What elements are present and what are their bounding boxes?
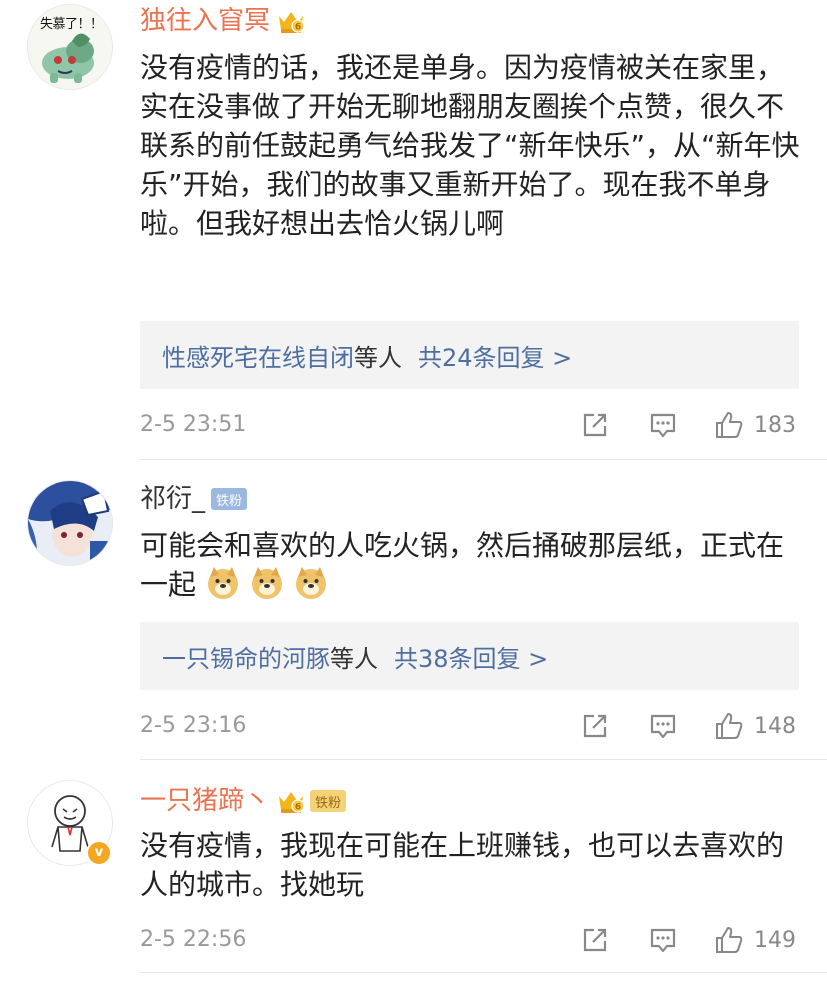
reply-user-names[interactable]: 性感死宅在线自闭 — [162, 338, 354, 373]
anime-avatar-image — [28, 481, 112, 565]
doge-emoji-icon — [295, 567, 326, 599]
timestamp: 2-5 23:51 — [140, 412, 247, 437]
doge-emoji-icon — [251, 567, 282, 599]
comment-icon — [650, 714, 676, 739]
avatar[interactable] — [27, 480, 113, 566]
thumbs-up-icon — [716, 927, 743, 953]
comment-text: 没有疫情的话，我还是单身。因为疫情被关在家里，实在没事做了开始无聊地翻朋友圈挨个… — [140, 51, 800, 240]
like-button[interactable]: 183 — [714, 408, 796, 442]
divider — [140, 972, 827, 973]
like-count: 149 — [754, 927, 796, 953]
comment-icon — [650, 928, 676, 953]
name-row: 祁衍_ 铁粉 — [140, 482, 248, 516]
comment-text: 没有疫情，我现在可能在上班赚钱，也可以去喜欢的人的城市。找她玩 — [140, 829, 785, 901]
comment-item: 失慕了！！ 独往入窅冥 6 没有疫情的话，我还是单身。因为疫情被关在家里，实在没… — [0, 0, 827, 460]
avatar-caption: 失慕了！！ — [40, 17, 103, 32]
verified-badge: v — [86, 840, 112, 866]
reply-suffix: 等人 — [354, 343, 402, 372]
comment-item: 祁衍_ 铁粉 可能会和喜欢的人吃火锅，然后捅破那层纸，正式在一起 一只锡命的河豚… — [0, 460, 827, 760]
vip-crown-icon: 6 — [279, 12, 305, 33]
meta-row: 2-5 23:16 148 — [140, 709, 800, 743]
name-row: 独往入窅冥 6 — [140, 4, 306, 38]
reply-suffix: 等人 — [330, 644, 378, 673]
comment-button[interactable] — [648, 709, 678, 743]
svg-text:6: 6 — [295, 803, 301, 813]
thumbs-up-icon — [716, 412, 743, 438]
doge-emoji-icon — [207, 567, 238, 599]
share-icon — [583, 928, 607, 952]
avatar[interactable]: 失慕了！！ — [27, 4, 113, 90]
comment-icon — [650, 413, 676, 438]
share-button[interactable] — [580, 408, 610, 442]
meta-row: 2-5 23:51 183 — [140, 408, 800, 442]
vip-crown-icon: 6 — [279, 792, 305, 813]
like-button[interactable]: 148 — [714, 709, 796, 743]
like-count: 148 — [754, 713, 796, 739]
meta-row: 2-5 22:56 149 — [140, 923, 800, 957]
share-icon — [583, 413, 607, 437]
like-button[interactable]: 149 — [714, 923, 796, 957]
username[interactable]: 一只猪蹄丶 — [140, 786, 270, 816]
replies-link[interactable]: 一只锡命的河豚 等人 共38条回复 > — [140, 622, 799, 690]
timestamp: 2-5 23:16 — [140, 713, 247, 738]
reply-user-names[interactable]: 一只锡命的河豚 — [162, 639, 330, 674]
fan-badge: 铁粉 — [211, 488, 248, 510]
share-icon — [583, 714, 607, 738]
fan-badge: 铁粉 — [310, 790, 347, 812]
comment-button[interactable] — [648, 408, 678, 442]
svg-text:6: 6 — [295, 23, 301, 33]
replies-link[interactable]: 性感死宅在线自闭 等人 共24条回复 > — [140, 321, 799, 389]
share-button[interactable] — [580, 709, 610, 743]
timestamp: 2-5 22:56 — [140, 927, 247, 952]
username[interactable]: 独往入窅冥 — [140, 6, 270, 36]
reply-count[interactable]: 共38条回复 > — [394, 639, 548, 674]
username[interactable]: 祁衍_ — [140, 484, 205, 514]
like-count: 183 — [754, 412, 796, 438]
name-row: 一只猪蹄丶 6 铁粉 — [140, 784, 347, 818]
comment-button[interactable] — [648, 923, 678, 957]
thumbs-up-icon — [716, 713, 743, 739]
share-button[interactable] — [580, 923, 610, 957]
reply-count[interactable]: 共24条回复 > — [418, 338, 572, 373]
comment-item: v 一只猪蹄丶 6 铁粉 没有疫情，我现在可能在上班赚钱，也可以去喜欢的人的城市… — [0, 760, 827, 983]
comment-text: 可能会和喜欢的人吃火锅，然后捅破那层纸，正式在一起 — [140, 526, 805, 604]
